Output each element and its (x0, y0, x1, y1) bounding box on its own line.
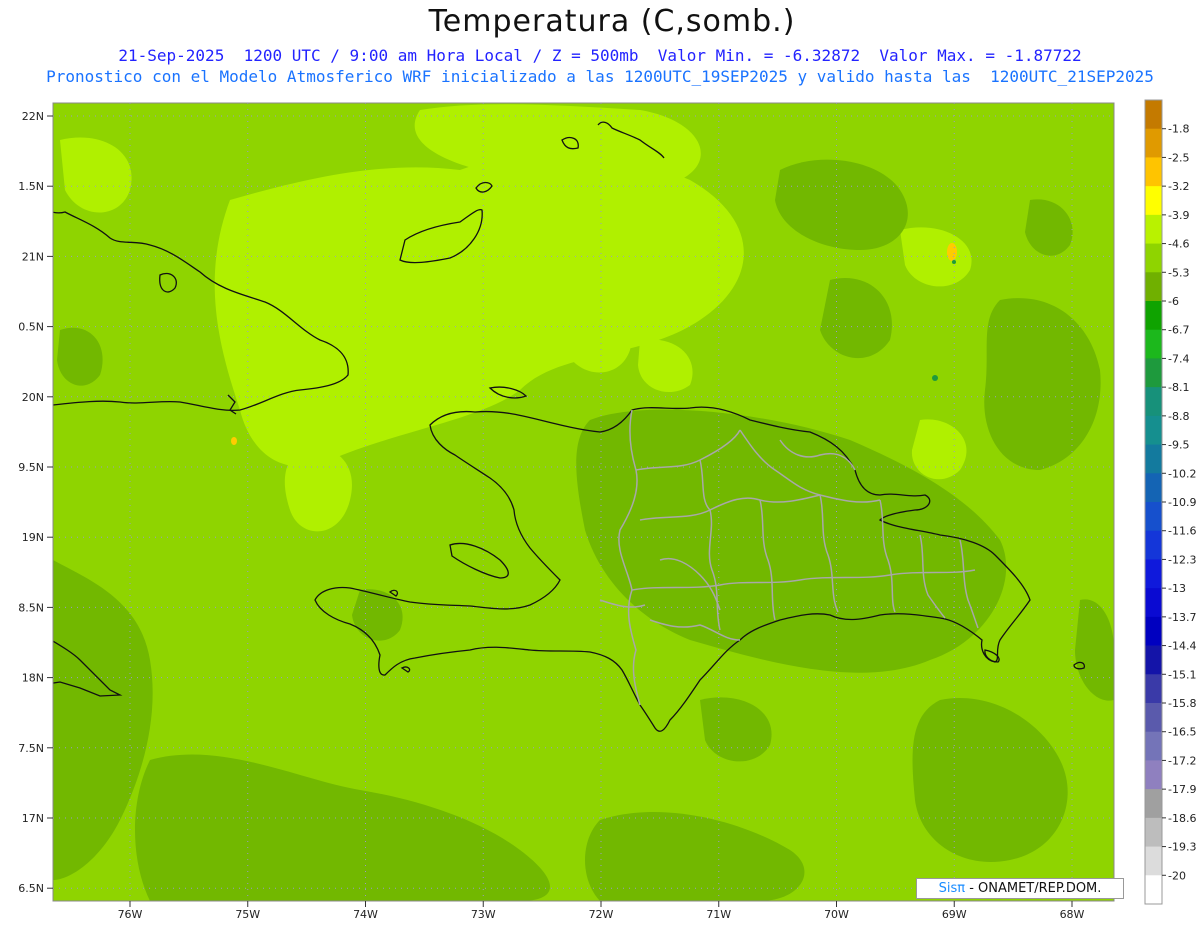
legend-label: -1.8 (1168, 123, 1189, 136)
legend-label: -15.1 (1168, 668, 1196, 681)
legend-swatch (1145, 530, 1162, 560)
y-tick-label: 7.5N (18, 742, 44, 755)
model-info: Pronostico con el Modelo Atmosferico WRF… (46, 67, 1154, 86)
legend-swatch (1145, 301, 1162, 331)
x-tick-label: 70W (824, 908, 849, 921)
y-tick-label: 6.5N (18, 882, 44, 895)
run-info: 21-Sep-2025 1200 UTC / 9:00 am Hora Loca… (118, 46, 1082, 65)
legend-label: -5.3 (1168, 266, 1189, 279)
legend-swatch (1145, 760, 1162, 790)
legend-swatch (1145, 329, 1162, 359)
hot-spot (947, 243, 957, 261)
legend-swatch (1145, 100, 1162, 130)
y-tick-label: 9.5N (18, 461, 44, 474)
legend-label: -13 (1168, 582, 1186, 595)
legend-swatch (1145, 616, 1162, 646)
legend-label: -6.7 (1168, 324, 1189, 337)
y-tick-label: 8.5N (18, 601, 44, 614)
legend-label: -13.7 (1168, 611, 1196, 624)
legend-swatch (1145, 358, 1162, 388)
legend-label: -17.9 (1168, 783, 1196, 796)
legend-label: -3.2 (1168, 180, 1189, 193)
x-tick-label: 68W (1060, 908, 1085, 921)
x-tick-label: 72W (589, 908, 614, 921)
legend-label: -19.3 (1168, 841, 1196, 854)
legend-swatch (1145, 502, 1162, 532)
legend-label: -18.6 (1168, 812, 1196, 825)
legend-label: -12.3 (1168, 553, 1196, 566)
y-tick-label: 22N (22, 110, 44, 123)
legend-label: -8.1 (1168, 381, 1189, 394)
legend-swatch (1145, 243, 1162, 273)
legend-swatch (1145, 789, 1162, 819)
cold-spot (932, 375, 938, 381)
legend-swatch (1145, 817, 1162, 847)
x-tick-label: 73W (471, 908, 496, 921)
color-legend: -1.8 -2.5 -3.2 -3.9 -4.6 -5.3 -6 -6.7 -7.4 -8.1 -8… (1144, 99, 1196, 905)
y-tick-label: 18N (22, 672, 44, 685)
y-tick-label: 21N (22, 250, 44, 263)
legend-swatch (1145, 731, 1162, 761)
legend-swatch (1145, 645, 1162, 675)
legend-label: -4.6 (1168, 238, 1189, 251)
legend-swatch (1145, 846, 1162, 876)
credit-brand: Sisπ (938, 881, 966, 896)
y-tick-label: 20N (22, 391, 44, 404)
legend-swatch (1145, 157, 1162, 187)
legend-label: -10.9 (1168, 496, 1196, 509)
legend-swatch (1145, 444, 1162, 474)
legend-swatch (1145, 473, 1162, 503)
legend-label: -16.5 (1168, 726, 1196, 739)
x-axis: 76W 75W 74W 73W 72W 71W 70W 69W 68W (118, 901, 1085, 921)
legend-label: -14.4 (1168, 640, 1196, 653)
legend-swatch (1145, 128, 1162, 158)
credit-text: - ONAMET/REP.DOM. (965, 881, 1102, 896)
temperature-field (53, 103, 1114, 901)
legend-swatch (1145, 875, 1162, 905)
legend-swatch (1145, 387, 1162, 417)
legend-label: -20 (1168, 869, 1186, 882)
map-title: Temperatura (C,somb.) (428, 4, 796, 39)
legend-label: -10.2 (1168, 467, 1196, 480)
legend-swatch (1145, 415, 1162, 445)
legend-swatch (1145, 588, 1162, 618)
legend-label: -17.2 (1168, 754, 1196, 767)
x-tick-label: 74W (353, 908, 378, 921)
x-tick-label: 75W (235, 908, 260, 921)
legend-label: -15.8 (1168, 697, 1196, 710)
x-tick-label: 69W (942, 908, 967, 921)
legend-label: -8.8 (1168, 410, 1189, 423)
forecast-map: 22N 1.5N 21N 0.5N 20N 9.5N 19N 8.5N 18N 7.5N 17N 6.… (18, 99, 1196, 921)
legend-swatch (1145, 674, 1162, 704)
legend-label: -6 (1168, 295, 1179, 308)
legend-swatch (1145, 214, 1162, 244)
legend-label: -3.9 (1168, 209, 1189, 222)
legend-label: -9.5 (1168, 439, 1189, 452)
y-tick-label: 17N (22, 812, 44, 825)
x-tick-label: 71W (706, 908, 731, 921)
cold-spot (952, 260, 956, 264)
legend-swatch (1145, 703, 1162, 733)
y-axis: 22N 1.5N 21N 0.5N 20N 9.5N 19N 8.5N 18N 7.5N 17N 6.… (18, 110, 53, 895)
legend-label: -2.5 (1168, 151, 1189, 164)
hot-spot (231, 437, 237, 445)
x-tick-label: 76W (118, 908, 143, 921)
y-tick-label: 0.5N (18, 321, 44, 334)
legend-label: -11.6 (1168, 525, 1196, 538)
legend-swatch (1145, 186, 1162, 216)
legend-swatch (1145, 272, 1162, 302)
legend-label: -7.4 (1168, 352, 1189, 365)
y-tick-label: 19N (22, 531, 44, 544)
credit-box: Sisπ - ONAMET/REP.DOM. (916, 878, 1124, 899)
y-tick-label: 1.5N (18, 180, 44, 193)
legend-swatch (1145, 559, 1162, 589)
